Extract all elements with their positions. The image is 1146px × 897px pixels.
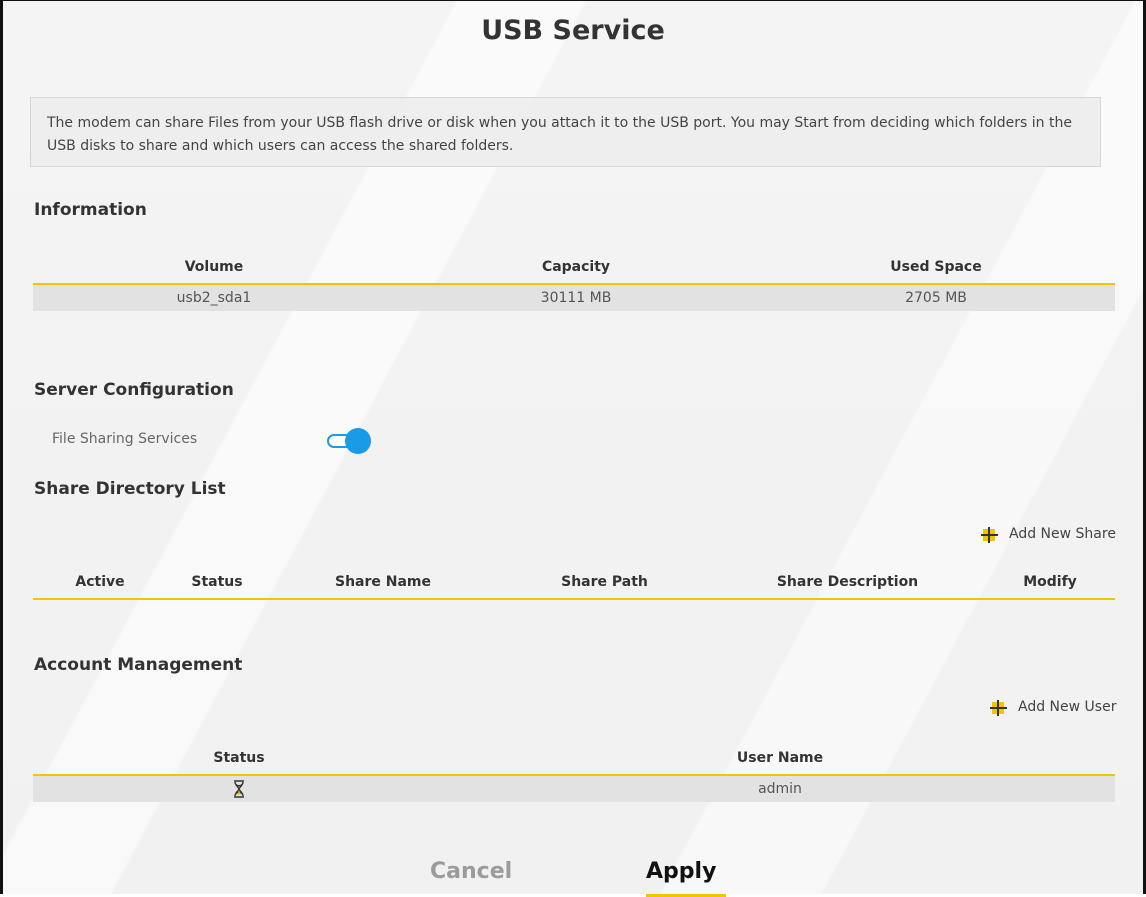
account-table: Status User Name admin (33, 742, 1115, 802)
usb-service-panel: USB Service The modem can share Files fr… (0, 0, 1146, 897)
information-header-row: Volume Capacity Used Space (33, 251, 1115, 285)
column-modify: Modify (985, 566, 1115, 600)
cell-used-space: 2705 MB (757, 284, 1115, 311)
add-new-share-label: Add New Share (1009, 526, 1116, 542)
plus-icon (990, 698, 1010, 716)
cell-capacity: 30111 MB (395, 284, 757, 311)
intro-description: The modem can share Files from your USB … (30, 97, 1101, 167)
column-share-name: Share Name (267, 566, 499, 600)
column-active: Active (33, 566, 167, 600)
information-heading: Information (34, 200, 147, 220)
column-account-status: Status (33, 742, 445, 776)
column-user-name: User Name (445, 742, 1115, 776)
add-new-user-link[interactable]: Add New User (990, 698, 1116, 716)
account-header-row: Status User Name (33, 742, 1115, 776)
toggle-knob (345, 428, 371, 454)
hourglass-icon (234, 780, 244, 798)
cell-account-status (33, 775, 445, 802)
plus-icon (981, 525, 1001, 543)
information-table: Volume Capacity Used Space usb2_sda1 301… (33, 251, 1115, 311)
share-directory-heading: Share Directory List (34, 479, 226, 499)
file-sharing-toggle[interactable] (327, 428, 373, 454)
cell-user-name: admin (445, 775, 1115, 802)
column-capacity: Capacity (395, 251, 757, 285)
share-directory-table: Active Status Share Name Share Path Shar… (33, 566, 1115, 600)
add-new-user-label: Add New User (1018, 699, 1117, 715)
file-sharing-services-label: File Sharing Services (52, 431, 198, 447)
column-status: Status (167, 566, 267, 600)
cancel-button[interactable]: Cancel (430, 859, 525, 895)
column-share-description: Share Description (710, 566, 985, 600)
share-directory-header-row: Active Status Share Name Share Path Shar… (33, 566, 1115, 600)
server-configuration-heading: Server Configuration (34, 380, 234, 400)
column-share-path: Share Path (499, 566, 710, 600)
table-row: usb2_sda1 30111 MB 2705 MB (33, 284, 1115, 311)
cell-volume: usb2_sda1 (33, 284, 395, 311)
account-management-heading: Account Management (34, 655, 243, 675)
table-row: admin (33, 775, 1115, 802)
add-new-share-link[interactable]: Add New Share (981, 525, 1116, 543)
column-used-space: Used Space (757, 251, 1115, 285)
column-volume: Volume (33, 251, 395, 285)
page-title: USB Service (481, 15, 665, 46)
apply-button[interactable]: Apply (646, 859, 726, 897)
